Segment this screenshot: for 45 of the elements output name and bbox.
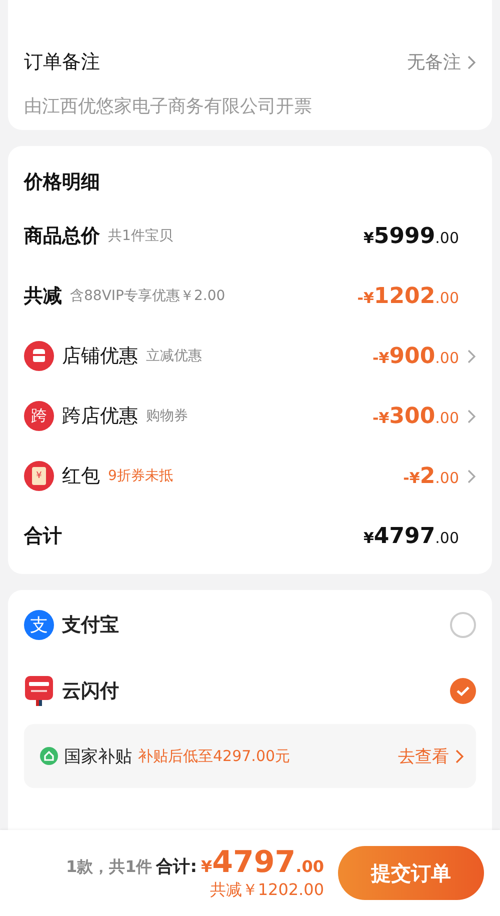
price-amount: ¥5999.00 [363,224,459,248]
price-note: 购物券 [146,407,188,425]
remark-label: 订单备注 [24,50,100,75]
remark-link[interactable]: 无备注 [407,50,476,74]
submit-order-button[interactable]: 提交订单 [338,846,484,900]
price-amount: -¥1202.00 [357,284,459,308]
item-count: 1款，共1件 [66,857,152,878]
price-amount: -¥900.00 [372,344,459,368]
envelope-icon: ¥ [24,461,54,491]
total-label: 合计: [156,856,198,878]
payment-label: 支付宝 [62,613,119,638]
price-label: 店铺优惠 [62,344,138,369]
chevron-icon [467,468,476,484]
unionpay-icon [24,676,54,706]
price-note: 共1件宝贝 [108,227,173,245]
store-icon [24,341,54,371]
subsidy-note: 补贴后低至4297.00元 [138,746,290,766]
price-label: 商品总价 [24,224,100,249]
chevron-icon [455,748,464,764]
cross-store-icon: 跨 [24,401,54,431]
section-title: 价格明细 [24,170,101,195]
check-icon [456,686,470,696]
saved-amount: 共减￥1202.00 [210,880,324,901]
payment-label: 云闪付 [62,679,119,704]
price-amount: -¥2.00 [403,464,459,488]
price-amount: ¥4797.00 [363,524,459,548]
subsidy-icon [40,747,58,765]
chevron-icon [467,54,476,70]
checked-radio[interactable] [450,678,476,704]
price-label: 合计 [24,524,62,549]
alipay-icon: 支 [24,610,54,640]
price-label: 红包 [62,464,100,489]
price-note: 含88VIP专享优惠￥2.00 [70,287,226,305]
price-amount: -¥300.00 [372,404,459,428]
chevron-icon [467,348,476,364]
subsidy-label: 国家补贴 [64,746,132,768]
price-label: 共减 [24,284,62,309]
radio-button[interactable] [450,612,476,638]
chevron-icon [467,408,476,424]
invoice-text: 由江西优悠家电子商务有限公司开票 [24,95,313,119]
price-note: 9折券未抵 [108,467,173,485]
price-note: 立减优惠 [146,347,202,365]
total-amount: ¥4797.00 [201,845,324,880]
price-label: 跨店优惠 [62,404,138,429]
view-link[interactable]: 去查看 [398,744,464,768]
